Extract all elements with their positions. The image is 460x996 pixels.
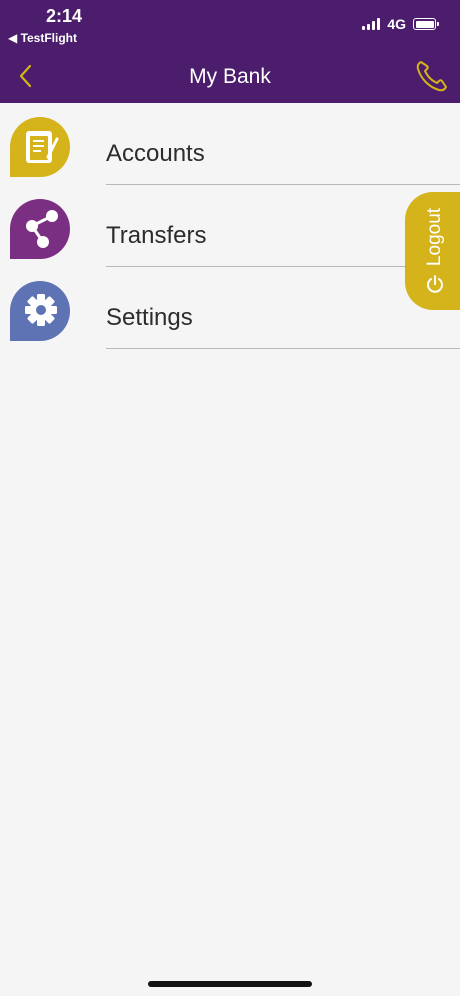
status-indicators: 4G: [362, 16, 439, 32]
menu-item-label: Transfers: [106, 222, 207, 249]
back-to-app-link[interactable]: ◀ TestFlight: [8, 31, 77, 45]
network-type: 4G: [387, 16, 406, 32]
logout-button[interactable]: Logout: [405, 192, 460, 310]
main-menu: Accounts Transfers Settings: [0, 103, 460, 349]
settings-gear-icon: [10, 281, 70, 341]
page-title: My Bank: [189, 65, 271, 88]
menu-item-accounts[interactable]: Accounts: [0, 103, 460, 185]
signal-icon: [362, 18, 381, 30]
menu-item-label: Settings: [106, 304, 193, 331]
transfers-icon: [10, 199, 70, 259]
nav-bar: My Bank: [0, 50, 460, 103]
menu-item-settings[interactable]: Settings: [0, 267, 460, 349]
accounts-icon: [10, 117, 70, 177]
logout-label: Logout: [424, 207, 445, 267]
divider: [106, 348, 460, 349]
status-bar: 2:14 ◀ TestFlight 4G: [0, 0, 460, 50]
menu-item-label: Accounts: [106, 140, 205, 167]
phone-icon[interactable]: [412, 56, 452, 96]
home-indicator[interactable]: [148, 981, 312, 987]
battery-icon: [413, 18, 439, 30]
status-time: 2:14: [46, 6, 83, 26]
power-icon: [425, 274, 445, 294]
menu-item-transfers[interactable]: Transfers: [0, 185, 460, 267]
